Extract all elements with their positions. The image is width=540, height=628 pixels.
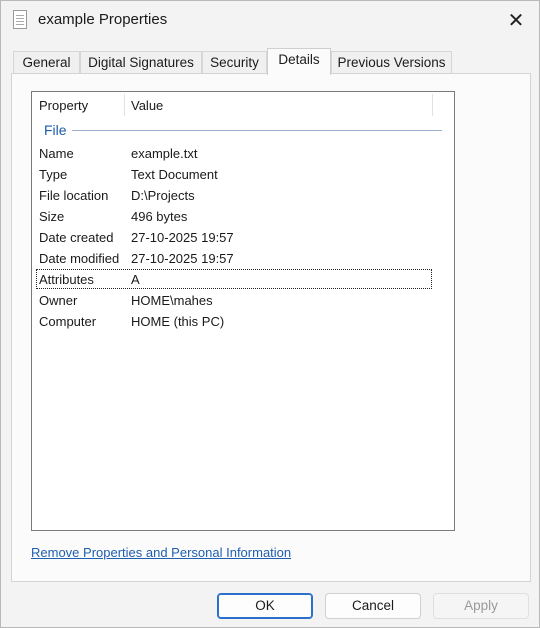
property-name: Date created xyxy=(39,230,114,245)
column-header: Property Value xyxy=(32,92,433,118)
property-name: Attributes xyxy=(39,272,94,287)
column-divider[interactable] xyxy=(432,94,433,116)
group-divider xyxy=(72,130,442,131)
property-name: File location xyxy=(39,188,109,203)
tab-strip: General Digital Signatures Security Deta… xyxy=(13,48,533,75)
list-item[interactable]: Date modified 27-10-2025 19:57 xyxy=(36,248,432,268)
property-name: Name xyxy=(39,146,74,161)
property-name: Size xyxy=(39,209,65,224)
column-property[interactable]: Property xyxy=(39,98,88,113)
list-item[interactable]: File location D:\Projects xyxy=(36,185,432,205)
property-name: Computer xyxy=(39,314,97,329)
tab-details[interactable]: Details xyxy=(267,48,331,75)
text-file-icon xyxy=(13,10,27,29)
property-value: 27-10-2025 19:57 xyxy=(131,230,234,245)
remove-properties-link[interactable]: Remove Properties and Personal Informati… xyxy=(31,545,291,560)
property-name: Owner xyxy=(39,293,78,308)
details-panel: Property Value File Name example.txt Typ… xyxy=(11,73,531,582)
property-value: example.txt xyxy=(131,146,198,161)
list-item[interactable]: Owner HOME\mahes xyxy=(36,290,432,310)
list-item[interactable]: Name example.txt xyxy=(36,143,432,163)
group-label: File xyxy=(44,122,67,138)
property-value: HOME (this PC) xyxy=(131,314,225,329)
property-name: Type xyxy=(39,167,68,182)
property-value: 27-10-2025 19:57 xyxy=(131,251,234,266)
property-value: Text Document xyxy=(131,167,218,182)
close-icon[interactable]: ✕ xyxy=(493,1,539,39)
details-list[interactable]: Property Value File Name example.txt Typ… xyxy=(31,91,455,531)
tab-previous-versions[interactable]: Previous Versions xyxy=(331,51,452,75)
property-value: A xyxy=(131,272,140,287)
tab-security[interactable]: Security xyxy=(202,51,267,75)
cancel-button[interactable]: Cancel xyxy=(325,593,421,619)
tab-digital-signatures[interactable]: Digital Signatures xyxy=(80,51,202,75)
group-header-file: File xyxy=(44,122,444,140)
tab-general[interactable]: General xyxy=(13,51,80,75)
list-item[interactable]: Computer HOME (this PC) xyxy=(36,311,432,331)
list-item[interactable]: Type Text Document xyxy=(36,164,432,184)
list-item[interactable]: Date created 27-10-2025 19:57 xyxy=(36,227,432,247)
list-item[interactable]: Size 496 bytes xyxy=(36,206,432,226)
title-bar: example Properties ✕ xyxy=(1,1,539,41)
apply-button[interactable]: Apply xyxy=(433,593,529,619)
property-value: D:\Projects xyxy=(131,188,195,203)
column-value[interactable]: Value xyxy=(131,98,163,113)
property-value: HOME\mahes xyxy=(131,293,213,308)
list-item-focused[interactable]: Attributes A xyxy=(36,269,432,289)
ok-button[interactable]: OK xyxy=(217,593,313,619)
property-value: 496 bytes xyxy=(131,209,188,224)
property-name: Date modified xyxy=(39,251,120,266)
column-divider[interactable] xyxy=(124,94,125,116)
properties-window: example Properties ✕ General Digital Sig… xyxy=(0,0,540,628)
window-title: example Properties xyxy=(38,11,168,28)
